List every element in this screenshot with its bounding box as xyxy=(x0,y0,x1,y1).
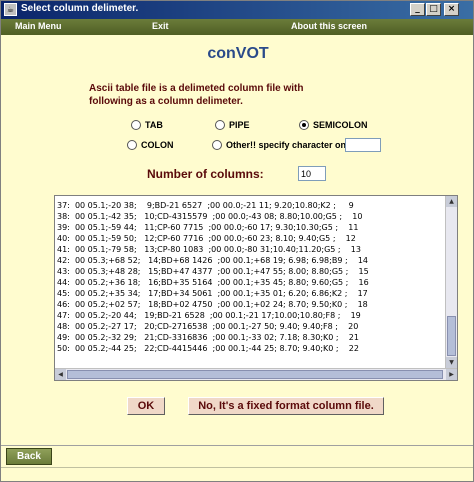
close-button[interactable]: × xyxy=(444,3,459,16)
data-line: 49: 00 05.2;-32 29; 21;CD-3316836 ;00 00… xyxy=(57,333,359,342)
menu-exit[interactable]: Exit xyxy=(152,21,169,31)
radio-tab-indicator[interactable] xyxy=(131,120,141,130)
data-line: 38: 00 05.1;-42 35; 10;CD-4315579 ;00 00… xyxy=(57,212,363,221)
radio-other[interactable]: Other!! specify character only xyxy=(212,140,354,150)
window-title: Select column delimeter. xyxy=(21,3,139,14)
title-bar[interactable]: ☕ Select column delimeter. _ □ × xyxy=(1,1,473,19)
radio-pipe[interactable]: PIPE xyxy=(215,120,250,130)
horizontal-scroll-thumb[interactable] xyxy=(67,370,443,379)
data-line: 40: 00 05.1;-59 50; 12;CP-60 7716 ;00 00… xyxy=(57,234,356,243)
radio-other-indicator[interactable] xyxy=(212,140,222,150)
menu-about[interactable]: About this screen xyxy=(291,21,367,31)
ok-button[interactable]: OK xyxy=(127,397,165,415)
data-line: 47: 00 05.2;-20 44; 19;BD-21 6528 ;00 00… xyxy=(57,311,361,320)
fixed-format-button[interactable]: No, It's a fixed format column file. xyxy=(188,397,384,415)
data-line: 41: 00 05.1;-79 58; 13;CP-80 1083 ;00 00… xyxy=(57,245,361,254)
radio-colon-indicator[interactable] xyxy=(127,140,137,150)
scroll-down-icon[interactable]: ▼ xyxy=(446,357,457,368)
radio-colon-label: COLON xyxy=(141,140,174,150)
java-app-icon: ☕ xyxy=(4,3,17,16)
maximize-button[interactable]: □ xyxy=(426,3,441,16)
scroll-up-icon[interactable]: ▲ xyxy=(446,196,457,207)
vertical-scroll-thumb[interactable] xyxy=(447,316,456,356)
description-line-2: following as a column delimeter. xyxy=(89,96,243,107)
menu-main-menu[interactable]: Main Menu xyxy=(15,21,62,31)
radio-colon[interactable]: COLON xyxy=(127,140,174,150)
scroll-left-icon[interactable]: ◀ xyxy=(55,369,66,380)
data-line: 48: 00 05.2;-27 17; 20;CD-2716538 ;00 00… xyxy=(57,322,359,331)
radio-tab[interactable]: TAB xyxy=(131,120,163,130)
num-columns-input[interactable] xyxy=(298,166,326,181)
radio-semicolon[interactable]: SEMICOLON xyxy=(299,120,368,130)
radio-pipe-indicator[interactable] xyxy=(215,120,225,130)
num-columns-label: Number of columns: xyxy=(147,167,264,181)
data-lines: 37: 00 05.1;-20 38; 9;BD-21 6527 ;00 00.… xyxy=(57,200,445,354)
data-line: 37: 00 05.1;-20 38; 9;BD-21 6527 ;00 00.… xyxy=(57,201,354,210)
description: Ascii table file is a delimeted column f… xyxy=(89,82,389,108)
app-title: conVOT xyxy=(207,45,269,62)
radio-tab-label: TAB xyxy=(145,120,163,130)
bottom-bar xyxy=(1,445,473,467)
other-delimiter-input[interactable] xyxy=(345,138,381,152)
data-line: 39: 00 05.1;-59 44; 11;CP-60 7715 ;00 00… xyxy=(57,223,359,232)
radio-other-label: Other!! specify character only xyxy=(226,140,354,150)
scroll-right-icon[interactable]: ▶ xyxy=(446,369,457,380)
data-line: 45: 00 05.2;+35 34; 17;BD+34 5061 ;00 00… xyxy=(57,289,368,298)
data-line: 43: 00 05.3;+48 28; 15;BD+47 4377 ;00 00… xyxy=(57,267,369,276)
app-window: ☕ Select column delimeter. _ □ × Main Me… xyxy=(0,0,474,482)
radio-semicolon-indicator[interactable] xyxy=(299,120,309,130)
vertical-scrollbar[interactable]: ▲ ▼ xyxy=(445,196,457,368)
data-line: 44: 00 05.2;+36 18; 16;BD+35 5164 ;00 00… xyxy=(57,278,369,287)
minimize-button[interactable]: _ xyxy=(410,3,425,16)
menu-bar: Main Menu Exit About this screen xyxy=(1,19,473,35)
data-line: 46: 00 05.2;+02 57; 18;BD+02 4750 ;00 00… xyxy=(57,300,368,309)
back-button[interactable]: Back xyxy=(6,448,52,465)
data-line: 50: 00 05.2;-44 25; 22;CD-4415446 ;00 00… xyxy=(57,344,359,353)
radio-pipe-label: PIPE xyxy=(229,120,250,130)
data-line: 42: 00 05.3;+68 52; 14;BD+68 1426 ;00 00… xyxy=(57,256,369,265)
data-preview[interactable]: 37: 00 05.1;-20 38; 9;BD-21 6527 ;00 00.… xyxy=(54,195,458,381)
radio-semicolon-label: SEMICOLON xyxy=(313,120,368,130)
description-line-1: Ascii table file is a delimeted column f… xyxy=(89,83,304,94)
status-strip xyxy=(1,467,473,481)
horizontal-scrollbar[interactable]: ◀ ▶ xyxy=(55,368,457,380)
